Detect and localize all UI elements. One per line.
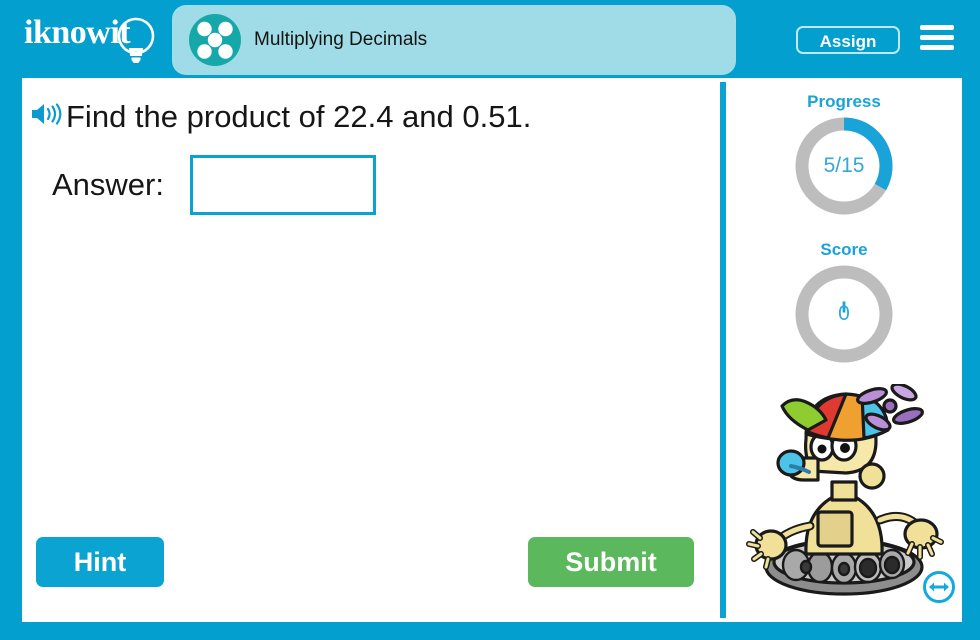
question-text: Find the product of 22.4 and 0.51. bbox=[66, 99, 532, 134]
lightbulb-icon bbox=[117, 17, 155, 63]
horizontal-resize-arrows-icon[interactable] bbox=[922, 570, 956, 604]
menu-bar-3 bbox=[920, 45, 954, 50]
progress-value: 5/15 bbox=[823, 154, 865, 177]
progress-widget: Progress 5/15 bbox=[726, 92, 962, 218]
app-window: iknowit Multiplying Decimals Assign Find… bbox=[0, 0, 980, 640]
hamburger-menu-icon[interactable] bbox=[920, 25, 954, 55]
hint-button[interactable]: Hint bbox=[36, 537, 164, 587]
robot-mascot-icon bbox=[746, 384, 944, 596]
lesson-title: Multiplying Decimals bbox=[254, 29, 428, 50]
assign-button[interactable]: Assign bbox=[796, 26, 900, 54]
answer-input[interactable] bbox=[190, 155, 376, 215]
app-header: iknowit Multiplying Decimals Assign bbox=[0, 0, 980, 78]
status-panel: Progress 5/15 Score 0 bbox=[726, 78, 962, 622]
menu-bar-1 bbox=[920, 25, 954, 30]
content-area: Find the product of 22.4 and 0.51. Answe… bbox=[22, 78, 962, 622]
score-value: 0 bbox=[838, 302, 850, 325]
iknowit-logo[interactable]: iknowit bbox=[24, 12, 174, 68]
answer-label: Answer: bbox=[52, 167, 164, 202]
score-gauge: 0 bbox=[792, 262, 896, 366]
score-title: Score bbox=[820, 240, 868, 259]
menu-bar-2 bbox=[920, 35, 954, 40]
question-row: Find the product of 22.4 and 0.51. bbox=[30, 92, 690, 142]
speaker-icon[interactable] bbox=[30, 100, 64, 128]
progress-gauge: 5/15 bbox=[792, 114, 896, 218]
score-widget: Score 0 bbox=[726, 240, 962, 366]
progress-title: Progress bbox=[807, 92, 881, 111]
submit-button[interactable]: Submit bbox=[528, 537, 694, 587]
five-dots-icon bbox=[189, 14, 241, 66]
lesson-title-tab: Multiplying Decimals bbox=[172, 5, 736, 75]
